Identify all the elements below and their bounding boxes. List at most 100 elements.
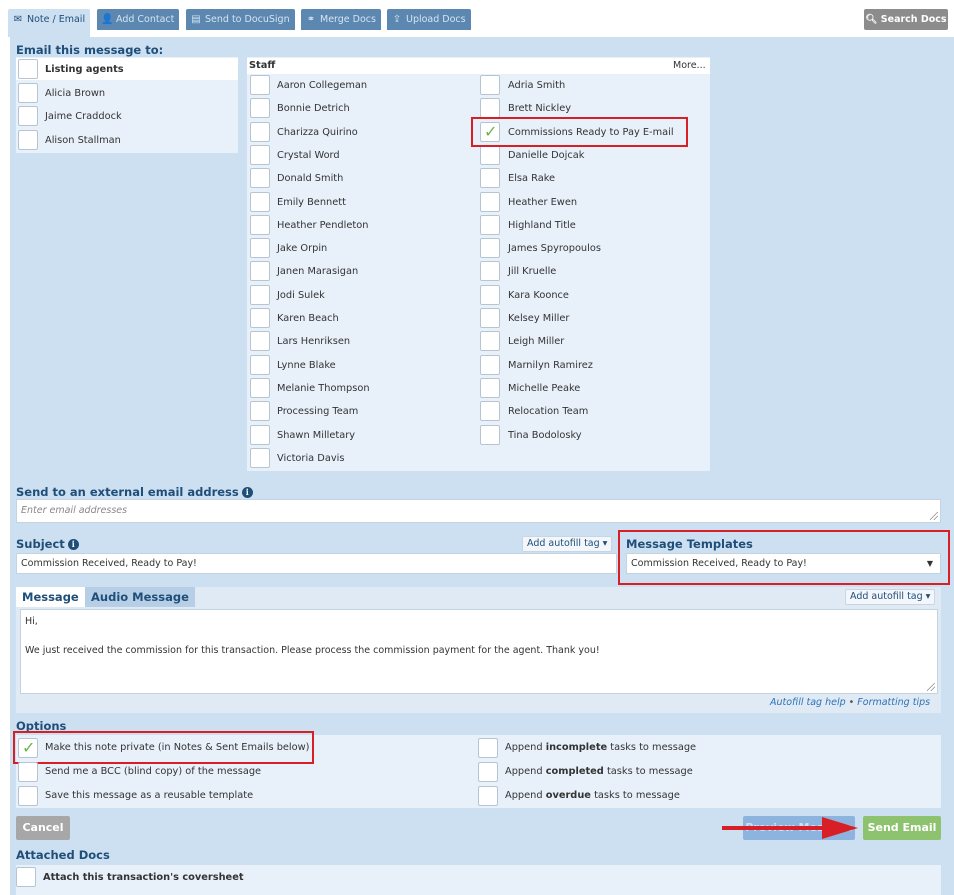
save-template-checkbox[interactable]	[18, 786, 38, 806]
staff-label: Elsa Rake	[508, 173, 556, 184]
staff-label: Kara Koonce	[508, 290, 569, 301]
staff-checkbox[interactable]	[480, 285, 500, 305]
coversheet-checkbox[interactable]	[16, 867, 36, 887]
staff-checkbox[interactable]	[480, 401, 500, 421]
staff-checkbox[interactable]	[480, 308, 500, 328]
tab-audio-message[interactable]: Audio Message	[85, 587, 195, 607]
staff-checkbox[interactable]	[480, 238, 500, 258]
subject-autofill-button[interactable]: Add autofill tag ▾	[522, 536, 613, 552]
staff-checkbox[interactable]	[250, 331, 270, 351]
append-completed-checkbox[interactable]	[478, 762, 498, 782]
tab-label: Upload Docs	[406, 14, 466, 25]
staff-label: Brett Nickley	[508, 103, 572, 114]
tab-label: Merge Docs	[320, 14, 376, 25]
cancel-button[interactable]: Cancel	[16, 816, 70, 840]
staff-label: Processing Team	[277, 406, 359, 417]
info-icon[interactable]: i	[67, 539, 79, 550]
staff-checkbox[interactable]	[250, 75, 270, 95]
staff-label: Michelle Peake	[508, 383, 581, 394]
staff-checkbox[interactable]	[250, 238, 270, 258]
staff-label: Jake Orpin	[277, 243, 328, 254]
subject-input[interactable]: Commission Received, Ready to Pay!	[16, 553, 617, 574]
message-textarea[interactable]: Hi, We just received the commission for …	[20, 609, 938, 694]
bcc-checkbox[interactable]	[18, 762, 38, 782]
red-arrow-icon	[722, 817, 858, 839]
tab-upload-docs[interactable]: ⇪ Upload Docs	[387, 9, 471, 30]
tab-send-docusign[interactable]: ▤ Send to DocuSign	[186, 9, 295, 30]
email-to-title: Email this message to:	[16, 43, 164, 57]
staff-checkbox[interactable]	[250, 285, 270, 305]
message-autofill-button[interactable]: Add autofill tag ▾	[845, 589, 936, 605]
staff-label: Karen Beach	[277, 313, 339, 324]
staff-checkbox[interactable]	[250, 355, 270, 375]
staff-header	[247, 58, 710, 74]
staff-checkbox[interactable]	[250, 98, 270, 118]
message-help-links: Autofill tag help • Formatting tips	[770, 697, 930, 708]
staff-checkbox[interactable]	[250, 122, 270, 142]
info-icon[interactable]: i	[241, 487, 253, 498]
append-overdue-checkbox[interactable]	[478, 786, 498, 806]
resize-handle-icon[interactable]	[927, 683, 935, 691]
upload-icon: ⇪	[392, 14, 402, 25]
staff-checkbox[interactable]	[480, 425, 500, 445]
staff-label: Bonnie Detrich	[277, 103, 350, 114]
staff-label: Marnilyn Ramirez	[508, 360, 593, 371]
staff-label: Janen Marasigan	[277, 266, 359, 277]
staff-checkbox[interactable]	[250, 145, 270, 165]
external-email-input[interactable]: Enter email addresses	[16, 499, 941, 523]
staff-checkbox[interactable]	[480, 378, 500, 398]
search-icon: 🔍︎	[865, 14, 878, 25]
append-incomplete-label: Append incomplete tasks to message	[505, 742, 697, 753]
staff-checkbox[interactable]	[480, 261, 500, 281]
append-overdue-label: Append overdue tasks to message	[505, 790, 680, 801]
staff-checkbox[interactable]	[250, 261, 270, 281]
staff-checkbox[interactable]	[250, 378, 270, 398]
staff-checkbox[interactable]	[250, 425, 270, 445]
staff-checkbox[interactable]	[250, 448, 270, 468]
tab-note-email[interactable]: ✉ Note / Email	[8, 9, 91, 37]
agent-checkbox[interactable]	[18, 83, 38, 103]
listing-agents-label: Listing agents	[45, 64, 124, 75]
more-link[interactable]: More...	[673, 60, 706, 71]
agent-checkbox[interactable]	[18, 106, 38, 126]
staff-label: Jill Kruelle	[508, 266, 557, 277]
append-incomplete-checkbox[interactable]	[478, 738, 498, 758]
staff-checkbox[interactable]	[480, 192, 500, 212]
external-email-title-text: Send to an external email address	[16, 485, 239, 499]
tab-label: Note / Email	[27, 14, 86, 25]
staff-checkbox[interactable]	[480, 215, 500, 235]
resize-handle-icon[interactable]	[930, 512, 938, 520]
staff-checkbox[interactable]	[250, 308, 270, 328]
separator: •	[848, 697, 855, 708]
staff-checkbox[interactable]	[480, 75, 500, 95]
staff-checkbox[interactable]	[250, 192, 270, 212]
send-email-button[interactable]: Send Email	[863, 816, 941, 840]
tab-merge-docs[interactable]: ⚭ Merge Docs	[301, 9, 381, 30]
staff-label: Aaron Collegeman	[277, 80, 368, 91]
tab-add-contact[interactable]: 👤 Add Contact	[97, 9, 180, 30]
tab-message[interactable]: Message	[16, 587, 85, 607]
coversheet-label: Attach this transaction's coversheet	[43, 872, 244, 883]
autofill-help-link[interactable]: Autofill tag help	[770, 697, 846, 708]
listing-agents-checkbox[interactable]	[18, 59, 38, 79]
tab-label: Send to DocuSign	[205, 14, 290, 25]
save-template-label: Save this message as a reusable template	[45, 790, 254, 801]
agent-label: Jaime Craddock	[45, 111, 122, 122]
staff-checkbox[interactable]	[480, 168, 500, 188]
staff-label: Adria Smith	[508, 80, 566, 91]
tab-bar: ✉ Note / Email 👤 Add Contact ▤ Send to Docu…	[0, 0, 954, 37]
staff-checkbox[interactable]	[480, 145, 500, 165]
formatting-tips-link[interactable]: Formatting tips	[857, 697, 930, 708]
staff-checkbox[interactable]	[480, 331, 500, 351]
staff-checkbox[interactable]	[250, 215, 270, 235]
staff-label: Charizza Quirino	[277, 127, 358, 138]
search-docs-button[interactable]: 🔍︎ Search Docs	[864, 9, 948, 30]
agent-checkbox[interactable]	[18, 130, 38, 150]
staff-checkbox[interactable]	[480, 355, 500, 375]
docusign-icon: ▤	[191, 14, 201, 25]
staff-checkbox[interactable]	[250, 401, 270, 421]
agent-label: Alison Stallman	[45, 135, 121, 146]
search-docs-label: Search Docs	[880, 14, 947, 25]
staff-checkbox[interactable]	[480, 98, 500, 118]
staff-checkbox[interactable]	[250, 168, 270, 188]
